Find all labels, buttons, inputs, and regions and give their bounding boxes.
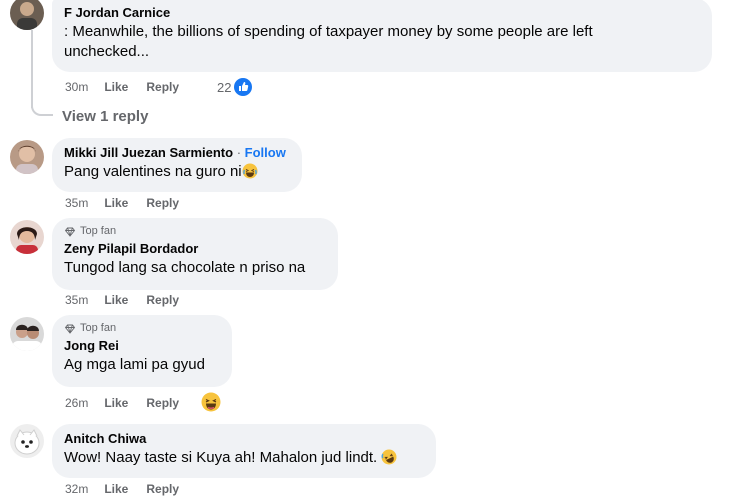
- reply-button[interactable]: Reply: [146, 80, 179, 94]
- like-button[interactable]: Like: [104, 293, 128, 307]
- comment-time[interactable]: 35m: [65, 293, 88, 307]
- comment-author[interactable]: Zeny Pilapil Bordador: [64, 241, 326, 257]
- follow-button[interactable]: Follow: [245, 145, 286, 160]
- comment-time[interactable]: 32m: [65, 482, 88, 496]
- laughing-emoji-icon: [242, 163, 258, 179]
- comment-author[interactable]: Mikki Jill Juezan Sarmiento: [64, 145, 233, 160]
- comment-text: Ag mga lami pa gyud: [64, 356, 205, 373]
- comment-actions: 35m Like Reply: [65, 196, 179, 210]
- comment-bubble: Top fan Zeny Pilapil Bordador Tungod lan…: [52, 218, 338, 290]
- comment-actions: 26m Like Reply: [65, 396, 179, 410]
- comment-actions: 35m Like Reply: [65, 293, 179, 307]
- haha-reaction-icon[interactable]: [201, 392, 221, 412]
- reply-button[interactable]: Reply: [146, 196, 179, 210]
- view-replies-link[interactable]: View 1 reply: [62, 108, 148, 125]
- comment-text-content: Pang valentines na guro ni: [64, 163, 242, 180]
- top-fan-label: Top fan: [80, 225, 117, 237]
- avatar[interactable]: [10, 317, 44, 351]
- reaction-count[interactable]: 22: [217, 78, 252, 96]
- like-icon: [233, 78, 252, 96]
- like-button[interactable]: Like: [104, 80, 128, 94]
- comment-actions: 30m Like Reply 22: [65, 78, 252, 96]
- comment-time[interactable]: 26m: [65, 396, 88, 410]
- avatar[interactable]: [10, 220, 44, 254]
- avatar[interactable]: [10, 424, 44, 458]
- comment-text-content: Wow! Naay taste si Kuya ah! Mahalon jud …: [64, 449, 378, 466]
- top-fan-label: Top fan: [80, 322, 117, 334]
- comment-author[interactable]: Jong Rei: [64, 338, 220, 354]
- avatar[interactable]: [10, 0, 44, 30]
- avatar[interactable]: [10, 140, 44, 174]
- like-button[interactable]: Like: [104, 196, 128, 210]
- comment-text: Wow! Naay taste si Kuya ah! Mahalon jud …: [64, 448, 424, 468]
- comment-text: Pang valentines na guro ni: [64, 162, 290, 182]
- comment-bubble: Anitch Chiwa Wow! Naay taste si Kuya ah!…: [52, 424, 436, 478]
- comment-time[interactable]: 35m: [65, 196, 88, 210]
- comment-bubble: F Jordan Carnice : Meanwhile, the billio…: [52, 0, 712, 72]
- thread-connector: [31, 96, 53, 116]
- like-button[interactable]: Like: [104, 396, 128, 410]
- reply-button[interactable]: Reply: [146, 293, 179, 307]
- comment-bubble: Top fan Jong Rei Ag mga lami pa gyud: [52, 315, 232, 387]
- top-fan-badge: Top fan: [64, 225, 326, 238]
- comment-author-line: Mikki Jill Juezan Sarmiento · Follow: [64, 145, 290, 161]
- diamond-icon: [64, 227, 76, 237]
- rofl-emoji-icon: [381, 449, 397, 465]
- comment-bubble: Mikki Jill Juezan Sarmiento · Follow Pan…: [52, 138, 302, 192]
- comment-time[interactable]: 30m: [65, 80, 88, 94]
- reaction-count-value: 22: [217, 80, 232, 95]
- comment-text: Tungod lang sa chocolate n priso na: [64, 259, 306, 276]
- comment-author[interactable]: F Jordan Carnice: [64, 5, 700, 21]
- comment-text: : Meanwhile, the billions of spending of…: [64, 23, 593, 60]
- separator-dot: ·: [236, 145, 242, 160]
- like-button[interactable]: Like: [104, 482, 128, 496]
- comment-actions: 32m Like Reply: [65, 482, 179, 496]
- top-fan-badge: Top fan: [64, 322, 220, 335]
- comment-author[interactable]: Anitch Chiwa: [64, 431, 424, 447]
- reply-button[interactable]: Reply: [146, 396, 179, 410]
- reply-button[interactable]: Reply: [146, 482, 179, 496]
- diamond-icon: [64, 324, 76, 334]
